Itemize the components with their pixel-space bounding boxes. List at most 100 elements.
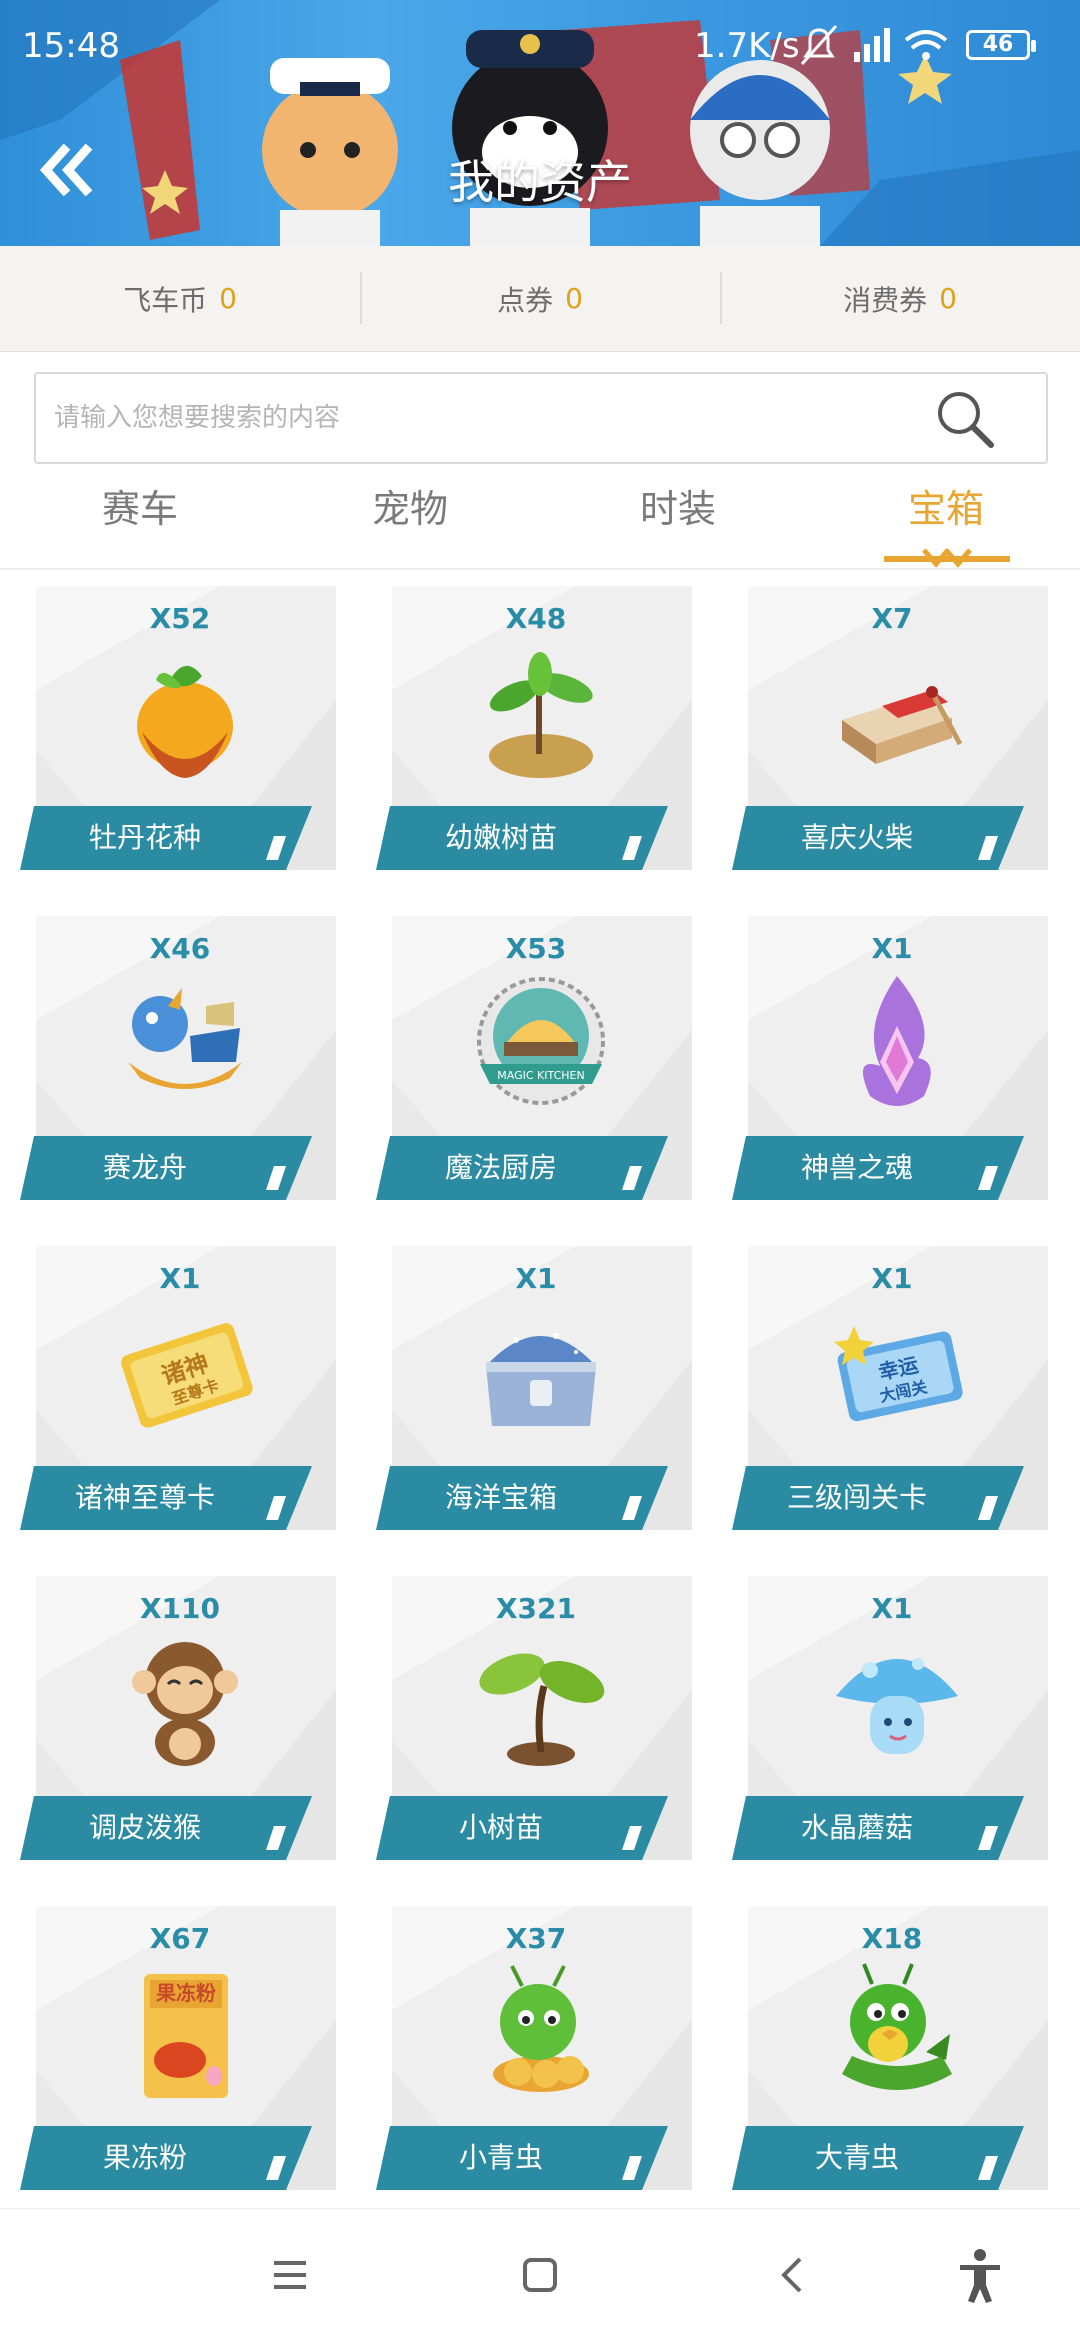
item-grid: X52 牡丹花种 X48 幼嫩树苗 X7 喜庆火柴 X46 赛龙舟 X53 MAGIC KITCH… — [0, 570, 1080, 2208]
item-name: 魔法厨房 — [444, 1151, 557, 1184]
tab-cars[interactable]: 赛车 — [40, 478, 240, 533]
item-card[interactable]: X46 赛龙舟 — [20, 910, 340, 1220]
ocean-chest-icon — [486, 1333, 596, 1426]
jelly-powder-icon: 果冻粉 — [144, 1974, 228, 2098]
item-name: 调皮泼猴 — [88, 1811, 201, 1844]
item-quantity: X321 — [495, 1592, 577, 1625]
item-name: 诸神至尊卡 — [74, 1481, 215, 1514]
level-card-icon: 幸运大闯关 — [834, 1326, 963, 1422]
mute-bell-icon — [800, 24, 838, 66]
item-card[interactable]: X1 海洋宝箱 — [376, 1240, 696, 1550]
item-label-bar: 海洋宝箱 — [376, 1466, 676, 1530]
item-quantity: X1 — [515, 1262, 557, 1295]
big-caterpillar-icon — [842, 1963, 952, 2090]
currency-label: 点券 — [497, 283, 554, 317]
item-label-bar: 魔法厨房 — [376, 1136, 676, 1200]
beast-soul-icon — [862, 976, 931, 1106]
matchbox-icon — [842, 686, 963, 764]
item-card[interactable]: X52 牡丹花种 — [20, 580, 340, 890]
item-card[interactable]: X7 喜庆火柴 — [732, 580, 1052, 890]
item-label-bar: 牡丹花种 — [20, 806, 320, 870]
currency-label: 飞车币 — [123, 283, 208, 317]
item-label-bar: 三级闯关卡 — [732, 1466, 1032, 1530]
back-chevron-icon[interactable] — [764, 2245, 824, 2305]
item-name: 三级闯关卡 — [786, 1481, 927, 1514]
battery-indicator: 46 — [966, 30, 1036, 60]
item-name: 海洋宝箱 — [444, 1481, 557, 1514]
currency-value: 0 — [939, 282, 957, 315]
item-card[interactable]: X67 果冻粉 果冻粉 — [20, 1900, 340, 2208]
signal-icon — [854, 28, 890, 62]
accessibility-icon[interactable] — [950, 2245, 1010, 2305]
currency-value: 0 — [219, 282, 237, 315]
item-name: 果冻粉 — [102, 2141, 187, 2174]
currency-points: 点券 0 — [360, 246, 720, 351]
item-label-bar: 幼嫩树苗 — [376, 806, 676, 870]
wifi-icon — [904, 30, 948, 60]
currency-bar: 飞车币 0 点券 0 消费券 0 — [0, 246, 1080, 352]
item-label-bar: 神兽之魂 — [732, 1136, 1032, 1200]
item-label-bar: 小青虫 — [376, 2126, 676, 2190]
item-card[interactable]: X48 幼嫩树苗 — [376, 580, 696, 890]
search-input[interactable] — [54, 392, 934, 444]
crystal-mushroom-icon — [836, 1658, 958, 1754]
currency-vouchers: 消费券 0 — [720, 246, 1080, 351]
item-name: 大青虫 — [814, 2141, 899, 2174]
currency-label: 消费券 — [843, 283, 928, 317]
item-card[interactable]: X18 大青虫 — [732, 1900, 1052, 2208]
item-card[interactable]: X110 调皮泼猴 — [20, 1570, 340, 1880]
small-sapling-icon — [479, 1653, 605, 1766]
svg-text:果冻粉: 果冻粉 — [156, 1981, 216, 2005]
item-label-bar: 喜庆火柴 — [732, 806, 1032, 870]
monkey-icon — [132, 1642, 238, 1766]
page-title: 我的资产 — [448, 155, 632, 209]
item-label-bar: 诸神至尊卡 — [20, 1466, 320, 1530]
item-name: 小树苗 — [458, 1811, 543, 1844]
active-tab-indicator — [884, 548, 1010, 568]
item-quantity: X1 — [871, 1262, 913, 1295]
item-name: 水晶蘑菇 — [800, 1811, 913, 1844]
status-time: 15:48 — [22, 26, 120, 66]
tab-chests[interactable]: 宝箱 — [846, 478, 1046, 533]
gods-card-icon: 诸神至尊卡 — [121, 1323, 253, 1428]
item-label-bar: 小树苗 — [376, 1796, 676, 1860]
tab-outfits[interactable]: 时装 — [578, 478, 778, 533]
item-card[interactable]: X53 MAGIC KITCHEN 魔法厨房 — [376, 910, 696, 1220]
item-quantity: X37 — [505, 1922, 567, 1955]
currency-feiche-coin: 飞车币 0 — [0, 246, 360, 351]
menu-icon[interactable] — [260, 2245, 320, 2305]
dragon-boat-icon — [128, 988, 242, 1089]
tab-pets[interactable]: 宠物 — [310, 478, 510, 533]
item-name: 喜庆火柴 — [800, 821, 913, 854]
item-quantity: X1 — [871, 932, 913, 965]
item-name: 牡丹花种 — [88, 821, 201, 854]
item-name: 幼嫩树苗 — [444, 821, 557, 854]
header-banner: 15:48 1.7K/s 46 我的资产 — [0, 0, 1080, 246]
item-name: 赛龙舟 — [102, 1151, 187, 1184]
item-name: 神兽之魂 — [800, 1151, 913, 1184]
category-tabs: 赛车 宠物 时装 宝箱 — [0, 468, 1080, 570]
item-card[interactable]: X1 幸运 大闯关三级闯关卡 — [732, 1240, 1052, 1550]
system-nav-bar — [0, 2208, 1080, 2340]
item-card[interactable]: X37 小青虫 — [376, 1900, 696, 2208]
search-icon[interactable] — [934, 388, 996, 450]
item-card[interactable]: X1 诸神 至尊卡 诸神至尊卡 — [20, 1240, 340, 1550]
svg-text:MAGIC KITCHEN: MAGIC KITCHEN — [497, 1069, 584, 1082]
home-square-icon[interactable] — [510, 2245, 570, 2305]
item-quantity: X1 — [871, 1592, 913, 1625]
peony-seed-icon — [137, 665, 233, 778]
item-quantity: X110 — [139, 1592, 221, 1625]
item-quantity: X53 — [505, 932, 567, 965]
sapling-icon — [489, 652, 593, 778]
status-bar: 15:48 1.7K/s 46 — [0, 0, 1080, 90]
item-name: 小青虫 — [458, 2141, 543, 2174]
item-card[interactable]: X1 神兽之魂 — [732, 910, 1052, 1220]
item-label-bar: 赛龙舟 — [20, 1136, 320, 1200]
item-card[interactable]: X321 小树苗 — [376, 1570, 696, 1880]
item-label-bar: 水晶蘑菇 — [732, 1796, 1032, 1860]
item-card[interactable]: X1 水晶蘑菇 — [732, 1570, 1052, 1880]
magic-kitchen-icon: MAGIC KITCHEN — [477, 977, 605, 1105]
item-quantity: X48 — [505, 602, 567, 635]
status-icons — [800, 24, 948, 66]
item-label-bar: 调皮泼猴 — [20, 1796, 320, 1860]
